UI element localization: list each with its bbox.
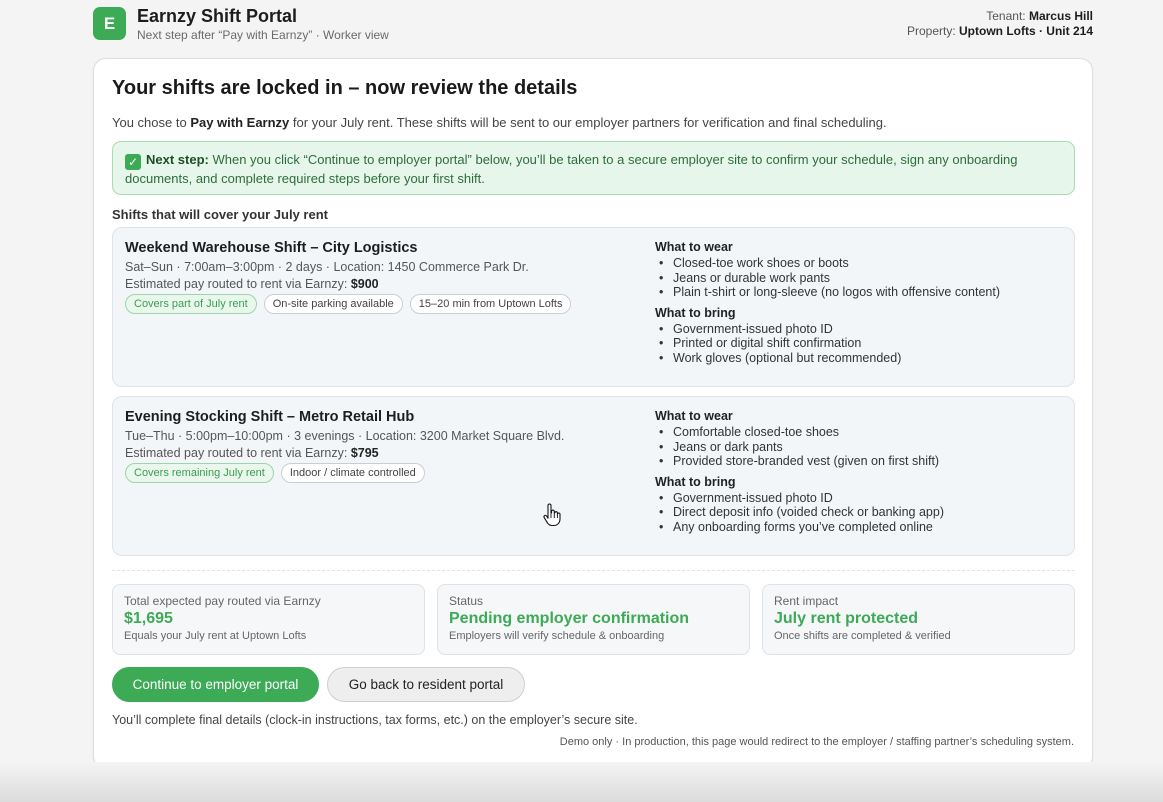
stat-subtext: Once shifts are completed & verified xyxy=(774,630,951,642)
intro-pre: You chose to xyxy=(112,115,191,130)
shift-pay: Estimated pay routed to rent via Earnzy:… xyxy=(125,277,379,291)
tag-rent-coverage: Covers part of July rent xyxy=(125,294,257,314)
wear-list: Comfortable closed-toe shoes Jeans or da… xyxy=(655,425,1065,469)
next-step-notice: ✓ Next step: When you click “Continue to … xyxy=(112,141,1075,195)
notice-bold: Next step: xyxy=(146,152,209,167)
bring-title: What to bring xyxy=(655,474,736,489)
list-item: Any onboarding forms you’ve completed on… xyxy=(655,520,1065,535)
intro-text: You chose to Pay with Earnzy for your Ju… xyxy=(112,115,887,130)
list-item: Closed-toe work shoes or boots xyxy=(655,256,1065,271)
shift-meta: Sat–Sun · 7:00am–3:00pm · 2 days · Locat… xyxy=(125,260,529,274)
shift-pay-value: $900 xyxy=(350,277,379,291)
tag-rent-coverage: Covers remaining July rent xyxy=(125,463,274,483)
property-label: Property: xyxy=(906,24,956,38)
shift-name: Evening Stocking Shift – Metro Retail Hu… xyxy=(125,409,415,425)
wear-title: What to wear xyxy=(655,240,733,254)
continue-employer-portal-button[interactable]: Continue to employer portal xyxy=(112,667,319,702)
stat-label: Status xyxy=(449,594,484,608)
intro-post: for your July rent. These shifts will be… xyxy=(289,115,887,130)
bring-title: What to bring xyxy=(655,305,736,320)
window-bottom-edge xyxy=(0,762,1163,802)
status-stat: Status Pending employer confirmation Emp… xyxy=(437,584,750,655)
list-item: Printed or digital shift confirmation xyxy=(655,336,1065,351)
shift-tags: Covers remaining July rent Indoor / clim… xyxy=(125,463,425,483)
final-note: You’ll complete final details (clock-in … xyxy=(112,713,638,727)
back-resident-portal-button[interactable]: Go back to resident portal xyxy=(327,667,525,702)
bring-list: Government-issued photo ID Printed or di… xyxy=(655,322,1065,366)
stat-value: July rent protected xyxy=(774,610,919,627)
bring-list: Government-issued photo ID Direct deposi… xyxy=(655,491,1065,535)
list-item: Comfortable closed-toe shoes xyxy=(655,425,1065,440)
notice-text: When you click “Continue to employer por… xyxy=(125,152,1018,186)
list-item: Plain t-shirt or long-sleeve (no logos w… xyxy=(655,285,1065,300)
shift-pay-label: Estimated pay routed to rent via Earnzy: xyxy=(125,277,351,291)
checkmark-icon: ✓ xyxy=(125,154,141,170)
list-item: Provided store-branded vest (given on fi… xyxy=(655,454,1065,469)
shift-pay-label: Estimated pay routed to rent via Earnzy: xyxy=(125,446,351,460)
app-subtitle: Next step after “Pay with Earnzy” · Work… xyxy=(137,28,389,42)
property-name: Uptown Lofts · Unit 214 xyxy=(959,24,1093,38)
page-title: Your shifts are locked in – now review t… xyxy=(112,77,578,99)
wear-title: What to wear xyxy=(655,409,733,423)
shift-meta: Tue–Thu · 5:00pm–10:00pm · 3 evenings · … xyxy=(125,429,565,443)
list-item: Jeans or dark pants xyxy=(655,440,1065,455)
tenant-label: Tenant: xyxy=(986,9,1026,23)
stat-label: Rent impact xyxy=(774,594,839,608)
shift-pay: Estimated pay routed to rent via Earnzy:… xyxy=(125,446,379,460)
app-header: E Earnzy Shift Portal Next step after “P… xyxy=(93,6,1093,46)
app-logo: E xyxy=(93,7,126,40)
stat-subtext: Employers will verify schedule & onboard… xyxy=(449,630,665,642)
tenant-line: Tenant: Marcus Hill xyxy=(907,9,1093,24)
total-pay-stat: Total expected pay routed via Earnzy $1,… xyxy=(112,584,425,655)
property-line: Property: Uptown Lofts · Unit 214 xyxy=(907,24,1093,39)
divider xyxy=(112,570,1075,571)
shift-requirements: What to wear Comfortable closed-toe shoe… xyxy=(655,409,1065,540)
list-item: Direct deposit info (voided check or ban… xyxy=(655,505,1065,520)
tenant-name: Marcus Hill xyxy=(1028,9,1093,23)
stat-label: Total expected pay routed via Earnzy xyxy=(124,594,321,608)
tag: Indoor / climate controlled xyxy=(280,463,425,483)
stat-subtext: Equals your July rent at Uptown Lofts xyxy=(124,630,307,642)
tag: 15–20 min from Uptown Lofts xyxy=(409,294,572,314)
intro-bold: Pay with Earnzy xyxy=(190,115,290,130)
review-card: Your shifts are locked in – now review t… xyxy=(93,58,1093,769)
wear-list: Closed-toe work shoes or boots Jeans or … xyxy=(655,256,1065,300)
shifts-section-label: Shifts that will cover your July rent xyxy=(112,207,328,222)
shift-card: Weekend Warehouse Shift – City Logistics… xyxy=(112,227,1075,387)
stat-value: Pending employer confirmation xyxy=(449,610,690,627)
hand-cursor-icon xyxy=(543,503,561,527)
list-item: Jeans or durable work pants xyxy=(655,271,1065,286)
shift-tags: Covers part of July rent On-site parking… xyxy=(125,294,572,314)
shift-pay-value: $795 xyxy=(350,446,379,460)
app-title: Earnzy Shift Portal xyxy=(137,6,298,26)
shift-requirements: What to wear Closed-toe work shoes or bo… xyxy=(655,240,1065,371)
shift-name: Weekend Warehouse Shift – City Logistics xyxy=(125,240,418,256)
tenant-info: Tenant: Marcus Hill Property: Uptown Lof… xyxy=(907,9,1093,39)
list-item: Government-issued photo ID xyxy=(655,491,1065,506)
tag: On-site parking available xyxy=(263,294,403,314)
stat-value: $1,695 xyxy=(124,610,173,627)
shift-card: Evening Stocking Shift – Metro Retail Hu… xyxy=(112,396,1075,556)
list-item: Government-issued photo ID xyxy=(655,322,1065,337)
list-item: Work gloves (optional but recommended) xyxy=(655,351,1065,366)
demo-note: Demo only · In production, this page wou… xyxy=(559,736,1074,748)
rent-impact-stat: Rent impact July rent protected Once shi… xyxy=(762,584,1075,655)
